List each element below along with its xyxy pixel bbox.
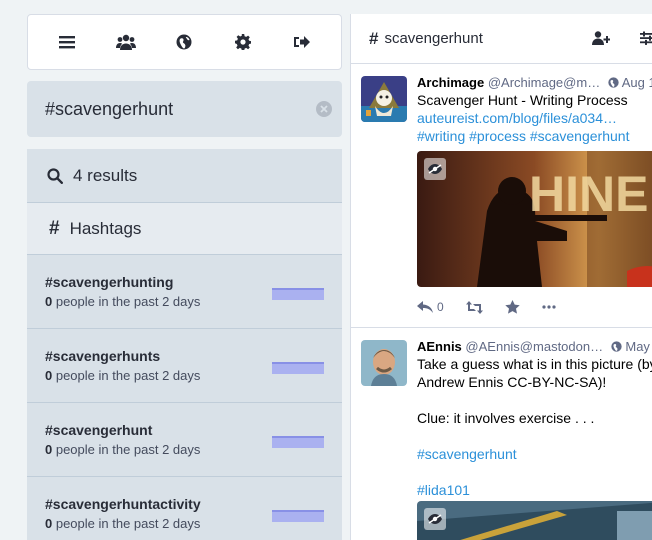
- search-input[interactable]: [27, 81, 342, 137]
- boost-icon: [465, 300, 483, 314]
- hide-media-icon[interactable]: [424, 158, 446, 180]
- status-text: Andrew Ennis CC-BY-NC-SA)!: [417, 374, 607, 390]
- reply-count: 0: [437, 300, 444, 314]
- status-meta: AEnnis @AEnnis@mastodon… May 1: [417, 338, 652, 355]
- more-button[interactable]: [542, 305, 556, 309]
- drawer: 4 results # Hashtags #scavengerhunting 0…: [17, 14, 342, 540]
- avatar[interactable]: [361, 340, 407, 386]
- boost-button[interactable]: [465, 300, 483, 314]
- favourite-button[interactable]: [504, 300, 520, 314]
- media-attachment[interactable]: [417, 501, 652, 540]
- follow-hashtag-icon[interactable]: [592, 31, 610, 49]
- hashtag-result[interactable]: #scavengerhunt 0 people in the past 2 da…: [27, 403, 342, 477]
- search-icon: [47, 167, 63, 184]
- svg-text:HINE: HINE: [529, 166, 648, 222]
- account-handle[interactable]: @Archimage@m…: [488, 75, 600, 90]
- globe-icon: [611, 341, 622, 352]
- search-results: 4 results # Hashtags #scavengerhunting 0…: [27, 149, 342, 540]
- globe-icon: [608, 77, 619, 88]
- status-hashtag[interactable]: #lida101: [417, 481, 652, 499]
- column-settings-icon[interactable]: [640, 31, 652, 49]
- avatar[interactable]: [361, 76, 407, 122]
- column-header[interactable]: # scavengerhunt: [351, 14, 652, 64]
- hide-media-icon[interactable]: [424, 508, 446, 530]
- globe-icon[interactable]: [172, 30, 196, 54]
- hashtag-sparkline: [272, 362, 324, 374]
- hashtag-icon: #: [49, 217, 60, 239]
- hashtags-section-header: # Hashtags: [27, 203, 342, 255]
- status-hashtag[interactable]: #scavengerhunt: [417, 445, 652, 463]
- status-card[interactable]: Archimage @Archimage@m… Aug 1 Scavenger …: [351, 64, 652, 328]
- reply-button[interactable]: 0: [417, 300, 444, 314]
- timestamp[interactable]: Aug 1: [608, 75, 652, 90]
- menu-icon[interactable]: [55, 30, 79, 54]
- gear-icon[interactable]: [231, 30, 255, 54]
- people-icon[interactable]: [114, 30, 138, 54]
- status-hashtags[interactable]: #writing #process #scavengerhunt: [417, 127, 652, 145]
- reply-icon: [417, 300, 433, 313]
- column-title: scavengerhunt: [384, 30, 483, 47]
- hashtag-result[interactable]: #scavengerhunts 0 people in the past 2 d…: [27, 329, 342, 403]
- account-handle[interactable]: @AEnnis@mastodon…: [465, 339, 603, 354]
- display-name[interactable]: Archimage: [417, 75, 484, 90]
- status-link[interactable]: auteureist.com/blog/files/a034…: [417, 109, 652, 127]
- display-name[interactable]: AEnnis: [417, 339, 462, 354]
- ellipsis-icon: [542, 305, 556, 309]
- hashtag-result[interactable]: #scavengerhuntactivity 0 people in the p…: [27, 477, 342, 540]
- search-box: [27, 81, 342, 137]
- status-card[interactable]: AEnnis @AEnnis@mastodon… May 1 Take a gu…: [351, 328, 652, 540]
- hashtag-sparkline: [272, 288, 324, 300]
- results-count-label: 4 results: [73, 165, 138, 185]
- status-text: Take a guess what is in this picture (by: [417, 356, 652, 372]
- status-text: Scavenger Hunt - Writing Process: [417, 92, 628, 108]
- hashtag-sparkline: [272, 510, 324, 522]
- status-meta: Archimage @Archimage@m… Aug 1: [417, 74, 652, 91]
- status-text: Clue: it involves exercise . . .: [417, 410, 595, 426]
- hashtags-label: Hashtags: [69, 218, 142, 238]
- hashtag-timeline-column: # scavengerhunt Archimage @Archimage@m…: [350, 14, 652, 540]
- status-actions: 0: [417, 287, 652, 327]
- results-count: 4 results: [27, 149, 342, 203]
- hashtag-result[interactable]: #scavengerhunting 0 people in the past 2…: [27, 255, 342, 329]
- clear-search-icon[interactable]: [316, 101, 332, 117]
- hashtag-sparkline: [272, 436, 324, 448]
- status-content: Take a guess what is in this picture (by…: [417, 355, 652, 499]
- status-content: Scavenger Hunt - Writing Process auteure…: [417, 91, 652, 145]
- logout-icon[interactable]: [290, 30, 314, 54]
- drawer-header: [27, 14, 342, 70]
- hashtag-icon: #: [369, 28, 379, 48]
- star-icon: [504, 300, 520, 314]
- media-attachment[interactable]: HINE: [417, 151, 652, 287]
- timestamp[interactable]: May 1: [611, 339, 652, 354]
